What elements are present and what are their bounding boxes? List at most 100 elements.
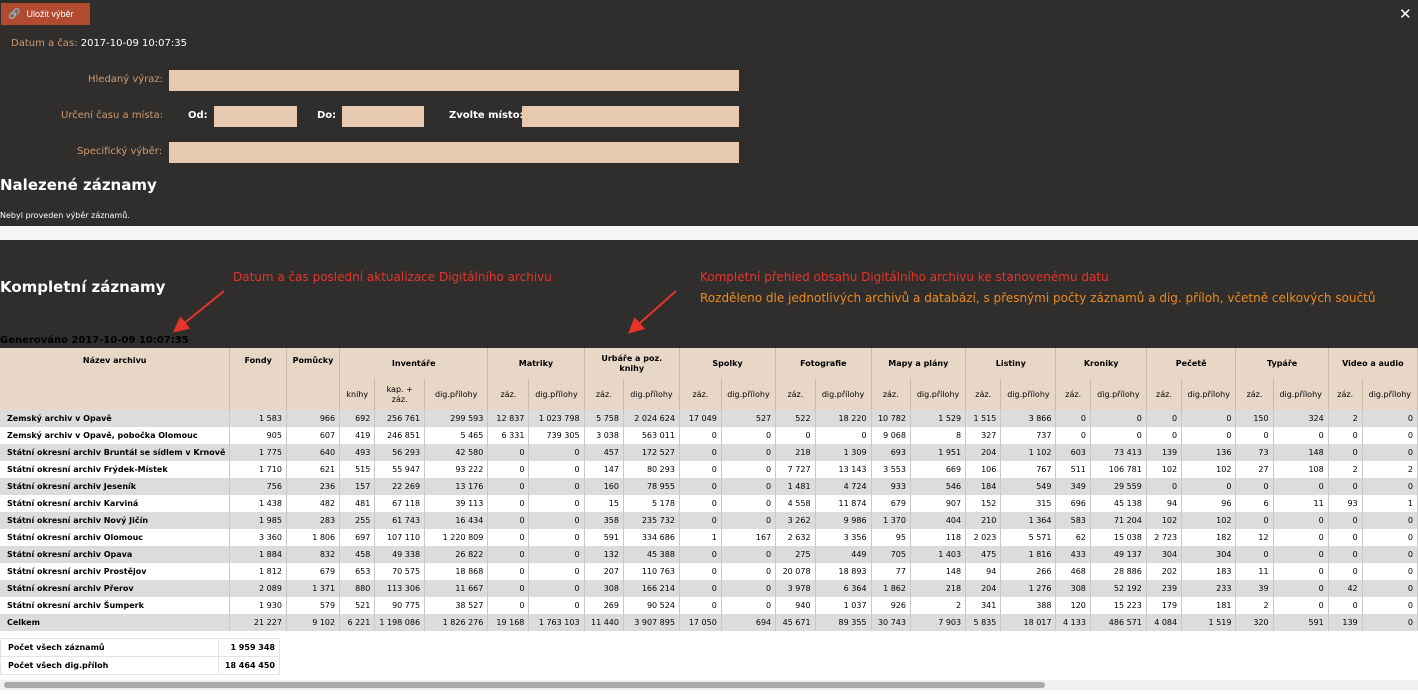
- table-row: Státní okresní archiv Bruntál se sídlem …: [0, 444, 1418, 461]
- subheader-cell: dig.přílohy: [1000, 379, 1057, 410]
- value-cell: 256 761: [374, 410, 426, 427]
- value-cell: 0: [721, 563, 777, 580]
- value-cell: 2: [1328, 461, 1363, 478]
- value-cell: 0: [1328, 478, 1363, 495]
- value-cell: 6 331: [487, 427, 530, 444]
- value-cell: 907: [910, 495, 967, 512]
- subheader-cell: záz.: [965, 379, 1002, 410]
- value-cell: 3 356: [815, 529, 872, 546]
- value-cell: 4 724: [815, 478, 872, 495]
- value-cell: 11 874: [815, 495, 872, 512]
- value-cell: 0: [721, 461, 777, 478]
- value-cell: 0: [487, 597, 530, 614]
- value-cell: 150: [1235, 410, 1274, 427]
- value-cell: 0: [528, 580, 585, 597]
- value-cell: 1: [1362, 495, 1418, 512]
- value-cell: 0: [1273, 597, 1329, 614]
- value-cell: 2 023: [965, 529, 1002, 546]
- value-cell: 39 113: [424, 495, 489, 512]
- col-kroniky: Kroniky: [1055, 348, 1147, 379]
- subheader-cell: záz.: [775, 379, 816, 410]
- archive-name-cell: Státní okresní archiv Frýdek-Místek: [0, 461, 231, 478]
- subheader-cell: záz.: [1146, 379, 1183, 410]
- value-cell: 0: [1328, 529, 1363, 546]
- table-row: Státní okresní archiv Olomouc 3 360 1 806 6…: [0, 529, 1418, 546]
- value-cell: 3 866: [1000, 410, 1057, 427]
- subheader-cell: dig.přílohy: [910, 379, 967, 410]
- total-value-cell: 21 227: [229, 614, 287, 631]
- value-cell: 739 305: [528, 427, 585, 444]
- value-cell: 2: [910, 597, 967, 614]
- value-cell: 77: [871, 563, 911, 580]
- value-cell: 18 868: [424, 563, 489, 580]
- value-cell: 767: [1000, 461, 1057, 478]
- horizontal-scrollbar[interactable]: [0, 680, 1418, 690]
- value-cell: 607: [286, 427, 341, 444]
- value-cell: 679: [871, 495, 911, 512]
- value-cell: 0: [1328, 563, 1363, 580]
- value-cell: 0: [679, 512, 722, 529]
- value-cell: 3 553: [871, 461, 911, 478]
- value-cell: 696: [1055, 495, 1091, 512]
- complete-records-table-container[interactable]: Název archivu Fondy Pomůcky Inventáře Ma…: [0, 348, 1418, 678]
- value-cell: 468: [1055, 563, 1091, 580]
- value-cell: 327: [965, 427, 1002, 444]
- subheader-cell: dig.přílohy: [1090, 379, 1147, 410]
- value-cell: 1 370: [871, 512, 911, 529]
- value-cell: 905: [229, 427, 287, 444]
- value-cell: 334 686: [623, 529, 680, 546]
- value-cell: 0: [721, 427, 777, 444]
- value-cell: 2 024 624: [623, 410, 680, 427]
- value-cell: 0: [528, 478, 585, 495]
- value-cell: 239: [1146, 580, 1183, 597]
- summary-value: 1 959 348: [218, 638, 280, 657]
- value-cell: 341: [965, 597, 1002, 614]
- table-row: Státní okresní archiv Jeseník 756 236 157 22…: [0, 478, 1418, 495]
- value-cell: 0: [1362, 427, 1418, 444]
- value-cell: 269: [584, 597, 624, 614]
- total-value-cell: 320: [1235, 614, 1274, 631]
- value-cell: 2: [1362, 461, 1418, 478]
- value-cell: 0: [1362, 478, 1418, 495]
- value-cell: 70 575: [374, 563, 426, 580]
- value-cell: 433: [1055, 546, 1091, 563]
- subheader-cell: knihy: [339, 379, 376, 410]
- value-cell: 0: [679, 546, 722, 563]
- value-cell: 113 306: [374, 580, 426, 597]
- value-cell: 458: [339, 546, 376, 563]
- value-cell: 11: [1273, 495, 1329, 512]
- scrollbar-thumb[interactable]: [4, 682, 1045, 688]
- value-cell: 136: [1181, 444, 1237, 461]
- value-cell: 5 571: [1000, 529, 1057, 546]
- value-cell: 28 886: [1090, 563, 1147, 580]
- value-cell: 0: [487, 580, 530, 597]
- col-urbare: Urbáře a poz. knihy: [584, 348, 680, 379]
- table-row: Státní okresní archiv Frýdek-Místek 1 710…: [0, 461, 1418, 478]
- value-cell: 78 955: [623, 478, 680, 495]
- total-value-cell: 4 084: [1146, 614, 1183, 631]
- value-cell: 148: [910, 563, 967, 580]
- value-cell: 3 978: [775, 580, 816, 597]
- value-cell: 1 037: [815, 597, 872, 614]
- table-body: Zemský archiv v Opavě 1 583 966 692 256 761 2…: [0, 410, 1418, 631]
- value-cell: 0: [679, 597, 722, 614]
- subheader-cell: dig.přílohy: [815, 379, 872, 410]
- value-cell: 0: [721, 580, 777, 597]
- value-cell: 102: [1181, 512, 1237, 529]
- value-cell: 3 038: [584, 427, 624, 444]
- value-cell: 653: [339, 563, 376, 580]
- value-cell: 0: [487, 495, 530, 512]
- archive-name-cell: Státní okresní archiv Karviná: [0, 495, 231, 512]
- table-row: Státní okresní archiv Prostějov 1 812 679 6…: [0, 563, 1418, 580]
- value-cell: 0: [1090, 410, 1147, 427]
- value-cell: 106: [965, 461, 1002, 478]
- archive-name-cell: Státní okresní archiv Nový Jičín: [0, 512, 231, 529]
- total-label-cell: Celkem: [0, 614, 231, 631]
- value-cell: 0: [1328, 444, 1363, 461]
- value-cell: 482: [286, 495, 341, 512]
- value-cell: 0: [1273, 563, 1329, 580]
- value-cell: 0: [1273, 529, 1329, 546]
- total-value-cell: 591: [1273, 614, 1329, 631]
- value-cell: 0: [528, 546, 585, 563]
- archive-name-cell: Státní okresní archiv Šumperk: [0, 597, 231, 614]
